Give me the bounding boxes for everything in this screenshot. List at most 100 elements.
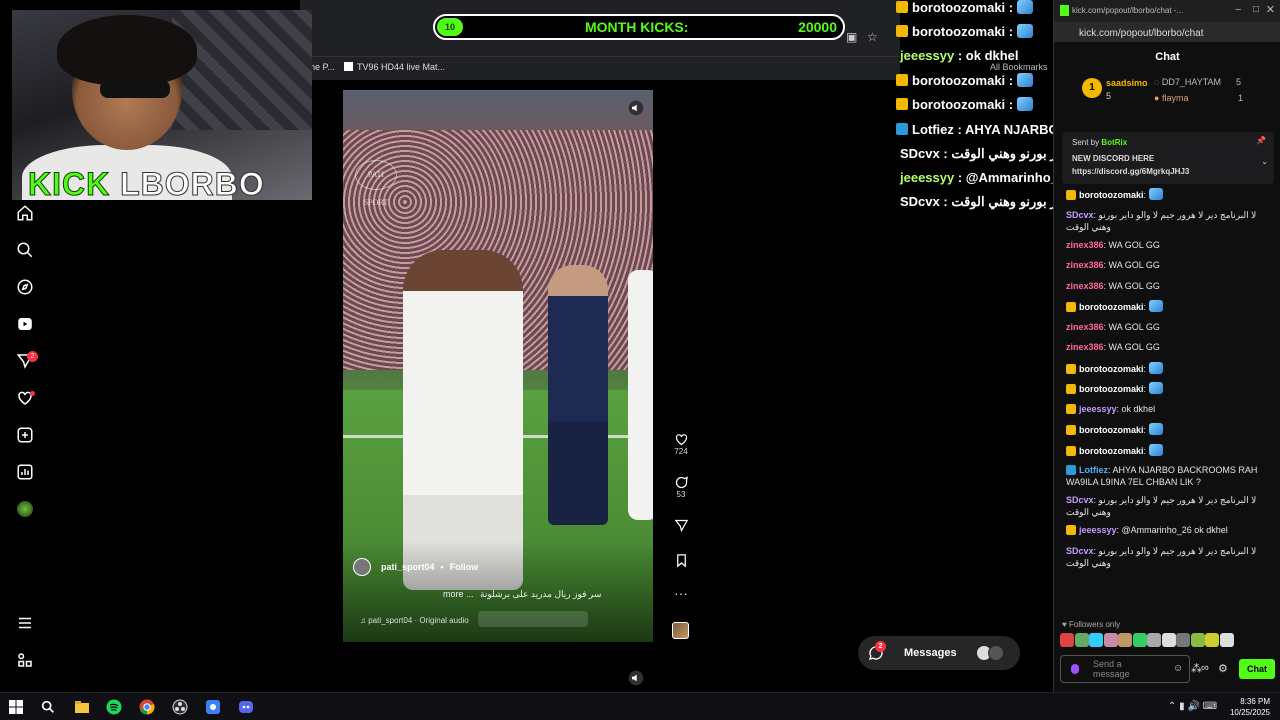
emote-icon[interactable]	[1219, 633, 1234, 647]
overlay-chat-line: borotoozomaki :	[896, 0, 1034, 15]
chevron-down-icon[interactable]: ⌄	[1261, 157, 1268, 166]
mic-icon[interactable]	[1071, 664, 1079, 674]
overlay-chat-line: borotoozomaki :	[896, 73, 1034, 88]
reels-icon[interactable]	[16, 315, 34, 333]
create-icon[interactable]	[16, 426, 34, 444]
chat-message: borotoozomaki:	[1066, 188, 1272, 201]
menu-icon[interactable]	[16, 614, 34, 632]
reel-audio[interactable]: ♫ pati_sport04 · Original audio	[360, 616, 469, 625]
emote-icon[interactable]	[1161, 633, 1176, 647]
author-username[interactable]: pati_sport04	[381, 562, 435, 572]
pinned-line-1: NEW DISCORD HERE	[1072, 154, 1155, 163]
chat-username[interactable]: zinex386	[1066, 240, 1104, 250]
chat-username[interactable]: zinex386	[1066, 322, 1104, 332]
chat-username[interactable]: zinex386	[1066, 281, 1104, 291]
chat-username[interactable]: jeeessyy	[1079, 404, 1117, 414]
emote-icon	[1149, 188, 1164, 200]
chat-username[interactable]: borotoozomaki	[1079, 425, 1144, 435]
chat-username[interactable]: borotoozomaki	[1079, 446, 1144, 456]
star-icon[interactable]: ☆	[867, 30, 878, 44]
leader-third-user[interactable]: ● flayma	[1154, 93, 1188, 103]
message-avatars	[976, 645, 1008, 661]
apps-icon[interactable]	[16, 651, 34, 669]
group-icon[interactable]: ⁂	[1191, 662, 1202, 675]
chrome-icon[interactable]	[139, 699, 155, 715]
url-bar[interactable]: kick.com/popout/lborbo/chat	[1054, 22, 1280, 42]
video-watermark: PATI SPORT	[355, 160, 397, 207]
bookmark-item[interactable]: TV96 HD44 live Mat...	[344, 62, 445, 72]
emote-icon	[1149, 361, 1164, 374]
chat-username[interactable]: SDcvx	[1066, 495, 1094, 505]
emote-icon[interactable]	[1205, 633, 1219, 647]
messages-button[interactable]: 2 Messages	[858, 636, 1020, 670]
emoji-icon[interactable]: ☺	[1173, 663, 1183, 674]
windows-start-icon[interactable]	[8, 699, 24, 715]
link-icon[interactable]: ∞	[1201, 662, 1209, 674]
chat-send-button[interactable]: Chat	[1239, 659, 1275, 679]
search-icon[interactable]	[16, 241, 34, 259]
explore-icon[interactable]	[16, 278, 34, 296]
emote-icon[interactable]	[1103, 633, 1118, 647]
chat-text: :	[1143, 190, 1147, 200]
send-message-input[interactable]: Send a message ☺	[1060, 655, 1190, 683]
emote-icon[interactable]	[1176, 633, 1190, 647]
maximize-icon[interactable]: □	[1253, 4, 1259, 15]
pin-icon[interactable]: 📌	[1256, 136, 1266, 145]
audio-thumbnail[interactable]	[672, 622, 689, 639]
save-icon[interactable]	[668, 553, 694, 568]
share-icon[interactable]	[668, 518, 694, 533]
chat-username[interactable]: zinex386	[1066, 260, 1104, 270]
chat-username[interactable]: SDcvx	[1066, 546, 1094, 556]
chat-text: : WA GOL GG	[1103, 321, 1160, 332]
chat-username[interactable]: jeeessyy	[1079, 525, 1117, 535]
comment-action[interactable]: 53	[668, 475, 694, 499]
close-icon[interactable]: ✕	[1266, 3, 1275, 16]
overlay-chat-line: borotoozomaki :	[896, 97, 1034, 112]
system-tray-icons[interactable]: ⌃ ▮ 🔊 ⌨	[1168, 701, 1217, 712]
leader-second-user[interactable]: ◌ DD7_HAYTAM	[1154, 77, 1221, 87]
chat-username[interactable]: borotoozomaki	[1079, 384, 1144, 394]
emote-icon[interactable]	[1132, 633, 1147, 647]
follow-button[interactable]: Follow	[450, 562, 479, 572]
more-link[interactable]: more ...	[443, 589, 474, 599]
rank-1-badge: 1	[1082, 78, 1102, 98]
emote-icon	[1017, 0, 1034, 14]
bookmark-item[interactable]: ne P...	[310, 62, 335, 72]
spotify-icon[interactable]	[106, 699, 122, 715]
obs-icon[interactable]	[172, 699, 188, 715]
chat-username[interactable]: borotoozomaki	[1079, 302, 1144, 312]
profile-avatar[interactable]	[16, 500, 34, 518]
leader-first-user[interactable]: saadsimo	[1106, 78, 1148, 88]
emote-icon[interactable]	[1118, 633, 1132, 647]
discord-icon[interactable]	[238, 699, 254, 715]
chat-username[interactable]: Lotfiez	[1079, 465, 1108, 475]
emote-icon[interactable]	[1074, 633, 1089, 647]
pinned-line-2[interactable]: https://discord.gg/6MgrkqJHJ3	[1072, 167, 1189, 176]
search-icon[interactable]	[40, 699, 56, 715]
stream-chat-overlay: borotoozomaki : borotoozomaki : jeeessyy :…	[896, 0, 1280, 220]
emote-icon[interactable]	[1060, 633, 1074, 647]
emote-icon[interactable]	[1190, 633, 1205, 647]
minimize-icon[interactable]: –	[1235, 4, 1241, 15]
file-explorer-icon[interactable]	[74, 699, 90, 715]
chat-username: SDcvx	[900, 146, 940, 161]
more-options-icon[interactable]: ···	[668, 586, 694, 600]
chat-username[interactable]: borotoozomaki	[1079, 190, 1144, 200]
install-icon[interactable]: ▣	[846, 30, 857, 44]
gear-icon[interactable]: ⚙	[1218, 662, 1228, 675]
app-icon[interactable]	[205, 699, 221, 715]
emote-icon[interactable]	[1089, 633, 1103, 647]
emote-icon[interactable]	[1147, 633, 1161, 647]
volume-icon[interactable]	[628, 100, 644, 116]
avatar	[988, 645, 1004, 661]
like-action[interactable]: 724	[668, 432, 694, 456]
chat-username[interactable]: zinex386	[1066, 342, 1104, 352]
author-avatar[interactable]	[353, 558, 371, 576]
chat-text: :	[1143, 425, 1147, 435]
chat-username[interactable]: borotoozomaki	[1079, 364, 1144, 374]
home-icon[interactable]	[16, 204, 34, 222]
chat-username[interactable]: SDcvx	[1066, 210, 1094, 220]
volume-icon[interactable]	[628, 670, 644, 686]
taskbar-clock[interactable]: 8:36 PM 10/25/2025	[1230, 696, 1270, 718]
dashboard-icon[interactable]	[16, 463, 34, 481]
